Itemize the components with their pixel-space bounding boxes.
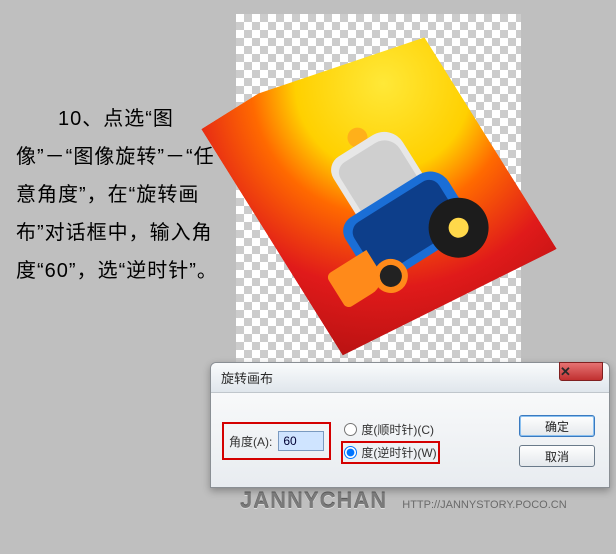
dialog-buttons: 确定 取消 [519,415,595,467]
radio-ccw-row[interactable]: 度(逆时针)(W) [344,444,436,461]
angle-field-group: 角度(A): [225,425,328,457]
dialog-body: 角度(A): 度(顺时针)(C) 度(逆时针)(W) 确定 取消 [211,393,609,487]
radio-cw[interactable] [344,423,357,436]
instruction-text: 10、点选“图像”－“图像旋转”－“任意角度”，在“旋转画布”对话框中，输入角度… [16,100,226,290]
watermark: JANNYCHAN HTTP://JANNYSTORY.POCO.CN [240,488,567,514]
ok-button[interactable]: 确定 [519,415,595,437]
rotate-canvas-dialog: 旋转画布 ✕ 角度(A): 度(顺时针)(C) 度(逆时针)(W) 确定 取消 [210,362,610,488]
dialog-title-text: 旋转画布 [221,368,559,387]
close-icon: ✕ [560,364,602,380]
radio-cw-row[interactable]: 度(顺时针)(C) [344,421,436,438]
angle-label: 角度(A): [229,433,272,450]
radio-cw-label: 度(顺时针)(C) [361,421,434,438]
watermark-name: JANNYCHAN [240,488,387,513]
radio-ccw-label: 度(逆时针)(W) [361,444,436,461]
canvas-preview [236,14,521,364]
angle-input[interactable] [278,431,324,451]
direction-radio-group: 度(顺时针)(C) 度(逆时针)(W) [338,417,442,465]
close-button[interactable]: ✕ [559,362,603,381]
radio-ccw[interactable] [344,446,357,459]
watermark-url: HTTP://JANNYSTORY.POCO.CN [402,499,566,511]
cancel-button[interactable]: 取消 [519,445,595,467]
dialog-titlebar[interactable]: 旋转画布 ✕ [211,363,609,393]
